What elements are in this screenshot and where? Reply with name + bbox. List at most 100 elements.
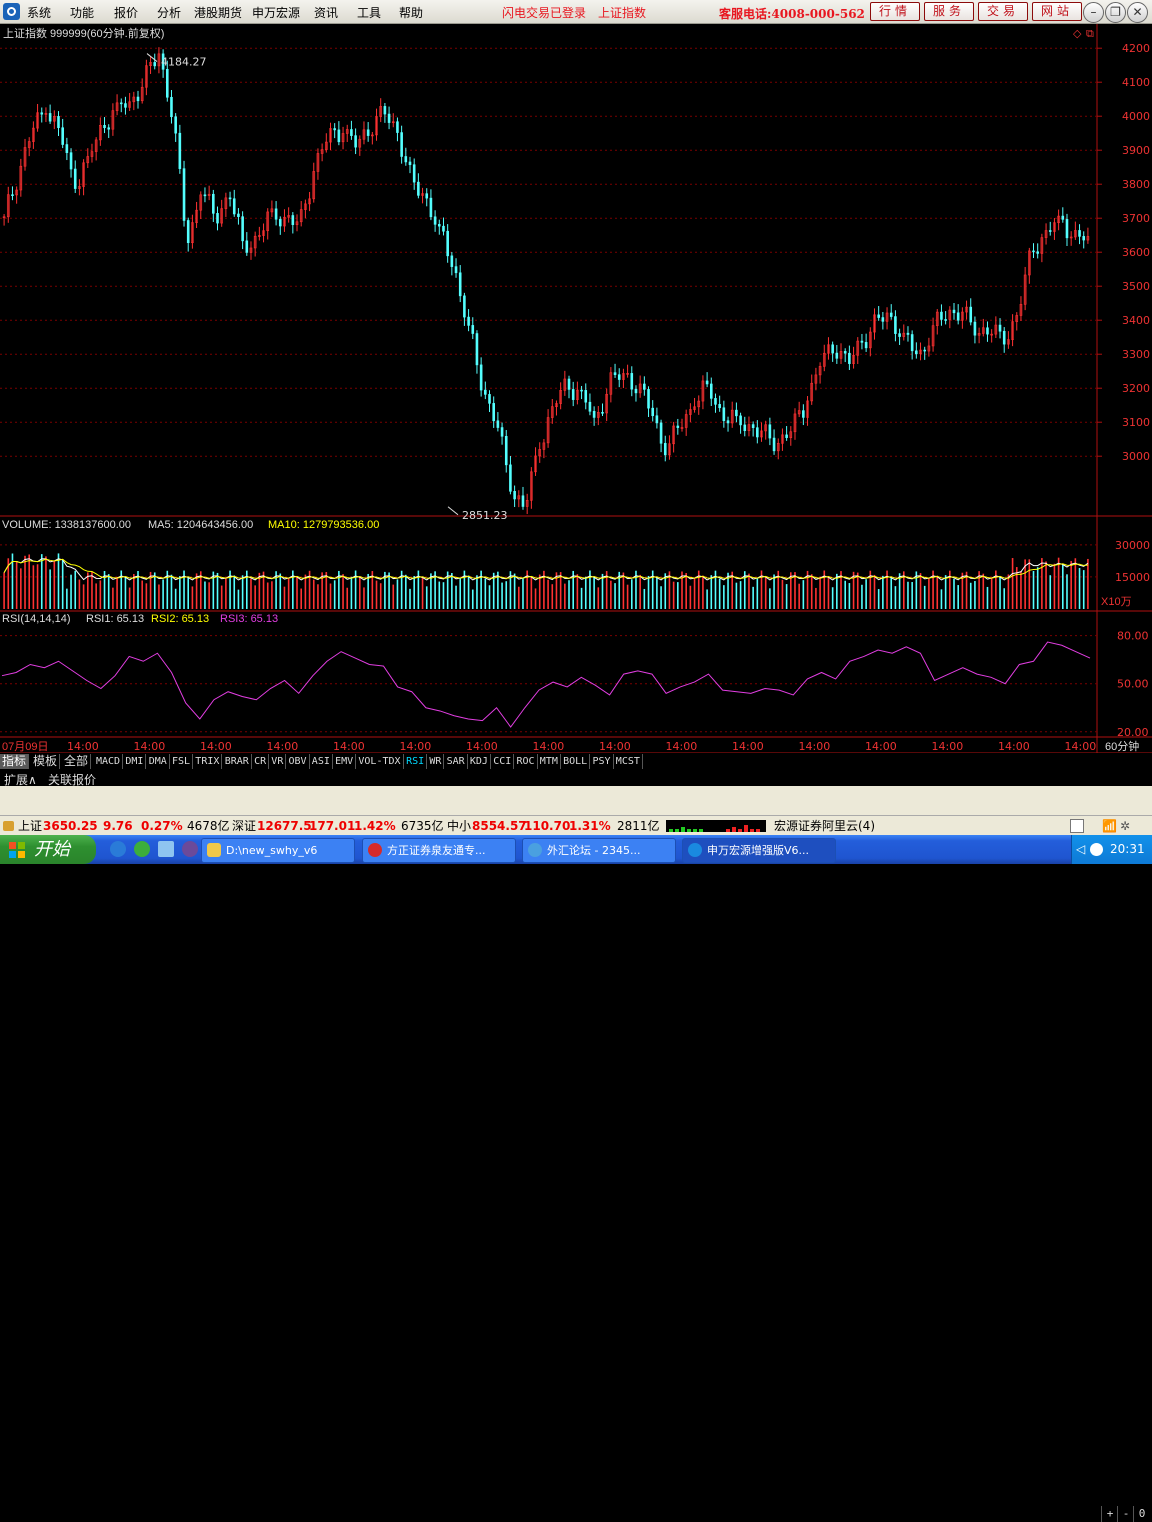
candle-body (739, 415, 742, 426)
candle-body (944, 319, 947, 321)
tab-dma[interactable]: DMA (147, 754, 170, 769)
service-hotline: 客服电话:4008-000-562 (719, 7, 865, 21)
price-tick-label: 3600 (1122, 246, 1150, 259)
candle-body (986, 327, 989, 335)
windows-taskbar: 开始 D:\new_swhy_v6 方正证券泉友通专... 外汇论坛 - 234… (0, 835, 1152, 864)
candle-body (663, 443, 667, 456)
settings-icon[interactable]: ✲ (1120, 816, 1130, 836)
tab-template[interactable]: 模板 (31, 754, 61, 769)
ie-icon[interactable] (110, 841, 126, 857)
tab-psy[interactable]: PSY (591, 754, 614, 769)
time-tick-label: 14:00 (799, 740, 831, 753)
layout-icon[interactable] (1070, 819, 1084, 833)
tab-emv[interactable]: EMV (333, 754, 357, 769)
candle-body (1048, 230, 1052, 232)
arrow-icon[interactable]: ◁ (1076, 835, 1085, 864)
annotation-label: 4184.27 (161, 56, 207, 69)
menu-quote[interactable]: 报价 (114, 4, 138, 21)
tab-sar[interactable]: SAR (445, 754, 468, 769)
tab-asi[interactable]: ASI (310, 754, 333, 769)
tab-mcst[interactable]: MCST (614, 754, 643, 769)
close-icon[interactable]: ✕ (1127, 2, 1148, 23)
menu-hk-futures[interactable]: 港股期货 (194, 4, 242, 21)
pager-minus-button[interactable]: - (1117, 1506, 1134, 1522)
tab-macd[interactable]: MACD (94, 754, 124, 769)
shield-icon[interactable] (1090, 843, 1103, 856)
tab-mtm[interactable]: MTM (538, 754, 561, 769)
candle-body (387, 113, 391, 123)
candle-body (350, 129, 353, 136)
menu-system[interactable]: 系统 (27, 4, 51, 21)
app-logo-icon[interactable] (3, 3, 20, 20)
candle-body (274, 208, 278, 220)
candle-body (651, 407, 655, 417)
browser-icon[interactable] (134, 841, 150, 857)
sz-label: 深证 (232, 819, 257, 833)
window-icon[interactable]: ⧉ (1086, 27, 1094, 40)
task-explorer[interactable]: D:\new_swhy_v6 (201, 838, 355, 863)
tab-rsi[interactable]: RSI (404, 754, 428, 769)
candle-body (232, 198, 236, 215)
tab-cci[interactable]: CCI (491, 754, 515, 769)
signal-icon[interactable]: 📶 (1102, 816, 1117, 836)
task-forex-forum[interactable]: 外汇论坛 - 2345... (522, 838, 676, 863)
tab-indicator[interactable]: 指标 (0, 754, 30, 769)
price-tick-label: 3900 (1122, 144, 1150, 157)
tab-boll[interactable]: BOLL (561, 754, 591, 769)
minimize-icon[interactable]: – (1083, 2, 1104, 23)
service-button[interactable]: 服务 (924, 2, 974, 21)
tab-cr[interactable]: CR (252, 754, 270, 769)
tab-roc[interactable]: ROC (515, 754, 538, 769)
tab-vol-tdx[interactable]: VOL-TDX (356, 754, 404, 769)
restore-icon[interactable]: ❐ (1105, 2, 1126, 23)
candle-body (412, 164, 416, 183)
menu-swhy[interactable]: 申万宏源 (252, 4, 300, 21)
candle-body (278, 218, 282, 227)
menu-analysis[interactable]: 分析 (157, 4, 181, 21)
pager-zero-button[interactable]: 0 (1133, 1506, 1150, 1522)
market-button[interactable]: 行情 (870, 2, 920, 21)
media-icon[interactable] (182, 841, 198, 857)
sh-change: 9.76 (103, 819, 133, 833)
desktop-icon[interactable] (158, 841, 174, 857)
chart-area[interactable]: 3000 3100 3200 3300 3400 3500 3600 3700 3800 3900… (0, 24, 1152, 754)
time-tick-label: 14:00 (134, 740, 166, 753)
candle-body (396, 121, 399, 133)
menu-function[interactable]: 功能 (70, 4, 94, 21)
zx-change: 110.70 (524, 819, 571, 833)
zx-label: 中小 (447, 819, 472, 833)
tab-brar[interactable]: BRAR (223, 754, 252, 769)
tab-dmi[interactable]: DMI (123, 754, 147, 769)
tab-trix[interactable]: TRIX (193, 754, 223, 769)
menu-news[interactable]: 资讯 (314, 4, 338, 21)
menu-help[interactable]: 帮助 (399, 4, 423, 21)
indicator-tab-bar: 指标 模板 全部 MACD DMI DMA FSL TRIX BRAR CR VR OBV ASI… (0, 753, 1152, 1522)
task-swhy-app[interactable]: 申万宏源增强版V6... (682, 838, 836, 863)
price-tick-label: 4100 (1122, 76, 1150, 89)
tab-fsl[interactable]: FSL (170, 754, 194, 769)
candle-body (446, 230, 449, 257)
start-button[interactable]: 开始 (0, 835, 96, 864)
market-breadth-icon (666, 820, 766, 832)
menu-tools[interactable]: 工具 (357, 4, 381, 21)
task-founder-securities[interactable]: 方正证券泉友通专... (362, 838, 516, 863)
candle-body (634, 388, 638, 394)
candle-body (659, 422, 663, 444)
trade-button[interactable]: 交易 (978, 2, 1028, 21)
candle-body (910, 334, 914, 352)
tab-vr[interactable]: VR (269, 754, 287, 769)
tab-obv[interactable]: OBV (287, 754, 310, 769)
server-status[interactable]: 宏源证券阿里云(4) (774, 816, 875, 836)
candle-body (425, 193, 429, 199)
tab-wr[interactable]: WR (427, 754, 445, 769)
candle-body (492, 403, 495, 422)
tab-all[interactable]: 全部 (62, 754, 92, 769)
candle-body (969, 306, 973, 323)
candle-body (11, 194, 14, 196)
pager-plus-button[interactable]: + (1101, 1506, 1118, 1522)
time-tick-label: 14:00 (200, 740, 232, 753)
diamond-icon[interactable]: ◇ (1073, 27, 1082, 40)
website-button[interactable]: 网站 (1032, 2, 1082, 21)
candle-body (1082, 236, 1086, 241)
tab-kdj[interactable]: KDJ (468, 754, 491, 769)
